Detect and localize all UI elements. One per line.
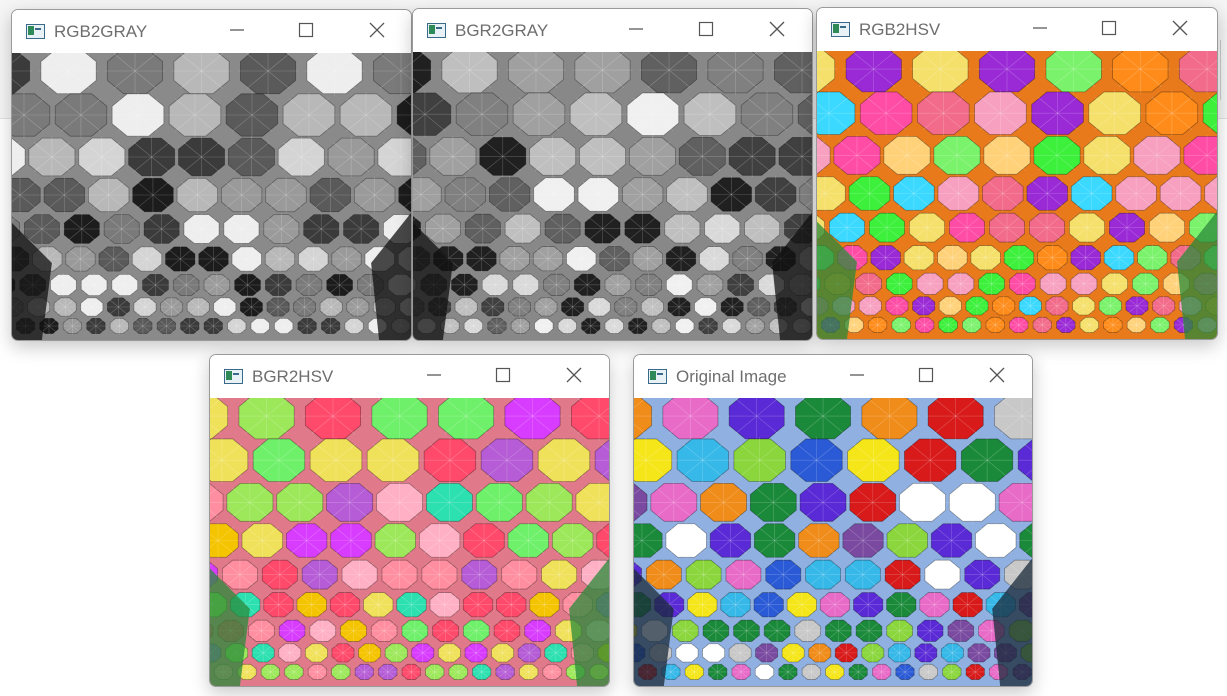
minimize-icon (1033, 27, 1047, 29)
umbrella-image (413, 52, 812, 340)
minimize-button[interactable] (217, 16, 257, 44)
umbrella-image (817, 51, 1217, 339)
app-icon (224, 369, 243, 384)
umbrella-image (634, 398, 1032, 686)
maximize-button[interactable] (686, 15, 726, 43)
maximize-icon (1101, 20, 1117, 36)
window-titlebar[interactable]: RGB2GRAY (12, 10, 411, 53)
minimize-icon (427, 374, 441, 376)
umbrella-image (210, 398, 609, 686)
minimize-icon (629, 28, 643, 30)
image-canvas (634, 398, 1032, 686)
close-button[interactable] (554, 361, 594, 389)
window-rgb2hsv[interactable]: RGB2HSV (816, 7, 1218, 340)
desktop: RGB2GRAY BGR2GRAY RGB2HSV BGR2HSV Origin… (0, 0, 1227, 696)
window-title: BGR2GRAY (455, 21, 549, 40)
maximize-icon (298, 22, 314, 38)
window-bgr2hsv[interactable]: BGR2HSV (209, 354, 610, 687)
minimize-icon (230, 29, 244, 31)
background-scrollbar (1220, 40, 1227, 100)
close-button[interactable] (1160, 14, 1200, 42)
umbrella-image (12, 53, 411, 340)
minimize-icon (850, 374, 864, 376)
window-title: RGB2GRAY (54, 22, 148, 41)
window-title: RGB2HSV (859, 20, 941, 39)
close-button[interactable] (357, 16, 397, 44)
minimize-button[interactable] (837, 361, 877, 389)
window-titlebar[interactable]: RGB2HSV (817, 8, 1217, 51)
close-icon (769, 21, 785, 37)
window-original-image[interactable]: Original Image (633, 354, 1033, 687)
maximize-button[interactable] (1089, 14, 1129, 42)
window-titlebar[interactable]: Original Image (634, 355, 1032, 398)
minimize-button[interactable] (1020, 14, 1060, 42)
window-title: Original Image (676, 367, 787, 386)
maximize-icon (698, 21, 714, 37)
app-icon (831, 22, 850, 37)
maximize-button[interactable] (483, 361, 523, 389)
image-canvas (413, 52, 812, 340)
image-canvas (817, 51, 1217, 339)
window-bgr2gray[interactable]: BGR2GRAY (412, 8, 813, 341)
image-canvas (12, 53, 411, 340)
app-icon (26, 24, 45, 39)
close-icon (989, 367, 1005, 383)
maximize-button[interactable] (906, 361, 946, 389)
minimize-button[interactable] (616, 15, 656, 43)
close-button[interactable] (977, 361, 1017, 389)
close-icon (566, 367, 582, 383)
close-button[interactable] (757, 15, 797, 43)
maximize-icon (918, 367, 934, 383)
app-icon (648, 369, 667, 384)
window-rgb2gray[interactable]: RGB2GRAY (11, 9, 412, 341)
minimize-button[interactable] (414, 361, 454, 389)
window-title: BGR2HSV (252, 367, 334, 386)
app-icon (427, 23, 446, 38)
window-titlebar[interactable]: BGR2GRAY (413, 9, 812, 52)
maximize-icon (495, 367, 511, 383)
maximize-button[interactable] (286, 16, 326, 44)
image-canvas (210, 398, 609, 686)
window-titlebar[interactable]: BGR2HSV (210, 355, 609, 398)
close-icon (369, 22, 385, 38)
close-icon (1172, 20, 1188, 36)
